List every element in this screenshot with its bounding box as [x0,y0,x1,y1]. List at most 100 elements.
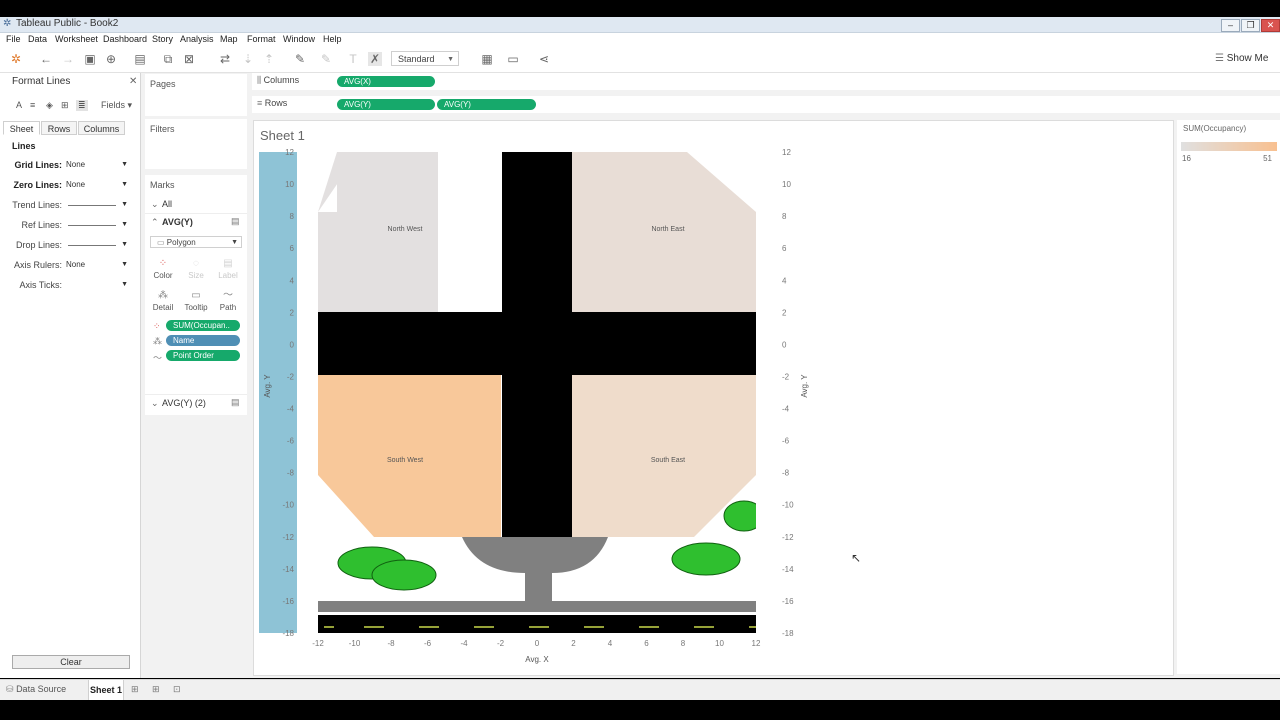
menu-map[interactable]: Map [220,34,238,44]
marks-card: Marks ⌄ All ⌃ AVG(Y) ▤ ▭ Polygon ▼ ⁘ Colo… [145,175,247,415]
tableau-start-icon[interactable]: ✲ [9,52,23,66]
tab-columns[interactable]: Columns [78,121,125,135]
detail-button[interactable]: ⁂ Detail [150,289,176,315]
field-pill-point-order[interactable]: Point Order [166,350,240,361]
tab-sheet[interactable]: Sheet [3,121,40,135]
new-dashboard-tab-icon[interactable]: ⊞ [152,684,160,695]
field-pill-occupancy[interactable]: SUM(Occupan.. [166,320,240,331]
clear-sheet-icon[interactable]: ⊠ [182,52,196,66]
alignment-format-icon[interactable]: ≡ [30,100,35,110]
label-button[interactable]: ▤ Label [215,257,241,283]
label-north-east: North East [651,226,684,233]
show-cards-icon[interactable]: ▦ [480,52,494,66]
trend-lines-dropdown[interactable]: ▼ [64,199,130,211]
y-tick-label-left: -2 [287,372,295,381]
minimize-button[interactable]: – [1221,19,1240,32]
menu-window[interactable]: Window [283,34,315,44]
save-icon[interactable]: ▣ [83,52,97,66]
share-icon[interactable]: ⋖ [537,52,551,66]
y-tick-label-right: -2 [782,372,790,381]
marks-all-label[interactable]: All [162,199,172,209]
sheet-tab[interactable]: Sheet 1 [88,680,124,700]
group-members-icon[interactable]: ✎ [319,52,333,66]
show-mark-labels-icon[interactable]: T [346,52,360,66]
y-tick-label-left: -6 [287,437,295,446]
fix-axes-icon[interactable]: ✗ [368,52,382,66]
color-button[interactable]: ⁘ Color [150,257,176,283]
axis-rulers-value: None [66,260,86,269]
undo-icon[interactable]: ← [39,52,53,66]
highlight-icon[interactable]: ✎ [293,52,307,66]
presentation-mode-icon[interactable]: ▭ [506,52,520,66]
sort-descending-icon[interactable]: ⇡ [262,52,276,66]
close-icon[interactable]: ✕ [129,76,137,87]
legend-max: 51 [1263,154,1272,163]
rows-pill-avg-y[interactable]: AVG(Y) [337,99,435,110]
tooltip-button[interactable]: ▭ Tooltip [183,289,209,315]
fit-dropdown[interactable]: Standard ▼ [391,51,459,66]
filters-card[interactable]: Filters [145,119,247,169]
fields-dropdown[interactable]: Fields ▾ [101,100,132,111]
menu-format[interactable]: Format [247,34,276,44]
field-pill-name[interactable]: Name [166,335,240,346]
menu-data[interactable]: Data [28,34,47,44]
new-worksheet-icon[interactable]: ▤ [133,52,147,66]
columns-icon: ⫼ [257,75,262,85]
axis-ticks-dropdown[interactable]: ▼ [64,279,130,291]
data-source-tab[interactable]: ⛁ Data Source [6,684,66,695]
mark-type-dropdown[interactable]: ▭ Polygon ▼ [150,236,242,248]
x-tick-label: -2 [497,639,505,648]
marks-secondary-header[interactable]: ⌄ AVG(Y) (2) ▤ [145,394,247,413]
menu-file[interactable]: File [6,34,21,44]
rows-pill-avg-y-2[interactable]: AVG(Y) [437,99,536,110]
zero-lines-value: None [66,180,86,189]
grid-lines-dropdown[interactable]: None ▼ [64,159,130,171]
path-button[interactable]: 〜 Path [215,289,241,315]
tab-rows[interactable]: Rows [41,121,77,135]
menu-story[interactable]: Story [152,34,173,44]
color-legend[interactable]: SUM(Occupancy) 16 51 [1177,120,1280,674]
clear-button[interactable]: Clear [12,655,130,669]
x-tick-label: 10 [715,639,724,648]
drop-lines-dropdown[interactable]: ▼ [64,239,130,251]
new-story-tab-icon[interactable]: ⊡ [173,684,181,695]
menu-worksheet[interactable]: Worksheet [55,34,98,44]
marks-primary-header[interactable]: ⌃ AVG(Y) ▤ [145,213,247,232]
show-me-button[interactable]: ☰ Show Me [1215,53,1268,64]
lines-format-icon[interactable]: ≣ [76,100,88,111]
tooltip-label: Tooltip [184,303,208,312]
y-tick-label-left: 0 [290,340,295,349]
chevron-down-icon[interactable]: ⌄ [151,199,159,210]
pages-card[interactable]: Pages [145,74,247,116]
x-ticks: -12 -10 -8 -6 -4 -2 0 2 4 6 8 10 12 [312,639,761,648]
new-worksheet-tab-icon[interactable]: ⊞ [131,684,139,695]
menu-dashboard[interactable]: Dashboard [103,34,147,44]
x-tick-label: 6 [644,639,649,648]
ref-lines-dropdown[interactable]: ▼ [64,219,130,231]
menu-analysis[interactable]: Analysis [180,34,214,44]
columns-pill-avg-x[interactable]: AVG(X) [337,76,435,87]
duplicate-sheet-icon[interactable]: ⧉ [161,52,175,66]
shading-format-icon[interactable]: ◈ [46,100,53,111]
y-tick-label-right: 2 [782,308,787,317]
columns-shelf-label: ⫼ Columns [257,75,299,86]
y-tick-label-right: -16 [782,597,794,606]
axis-rulers-dropdown[interactable]: None ▼ [64,259,130,271]
zero-lines-dropdown[interactable]: None ▼ [64,179,130,191]
show-me-label: Show Me [1226,53,1269,64]
redo-icon[interactable]: → [61,52,75,66]
mouse-cursor-icon: ↖ [851,551,862,565]
y-tick-label-right: 12 [782,148,791,157]
close-window-button[interactable]: ✕ [1261,19,1280,32]
maximize-button[interactable]: ❐ [1241,19,1260,32]
road-horizontal [318,312,756,375]
rows-shelf[interactable]: ≡ Rows AVG(Y) AVG(Y) [252,96,1280,113]
swap-rows-columns-icon[interactable]: ⇄ [218,52,232,66]
sort-ascending-icon[interactable]: ⇣ [241,52,255,66]
new-data-source-icon[interactable]: ⊕ [104,52,118,66]
columns-shelf[interactable]: ⫼ Columns AVG(X) [252,73,1280,90]
font-format-icon[interactable]: A [16,100,22,110]
borders-format-icon[interactable]: ⊞ [61,100,69,111]
menu-help[interactable]: Help [323,34,342,44]
size-button[interactable]: ◌ Size [183,257,209,283]
